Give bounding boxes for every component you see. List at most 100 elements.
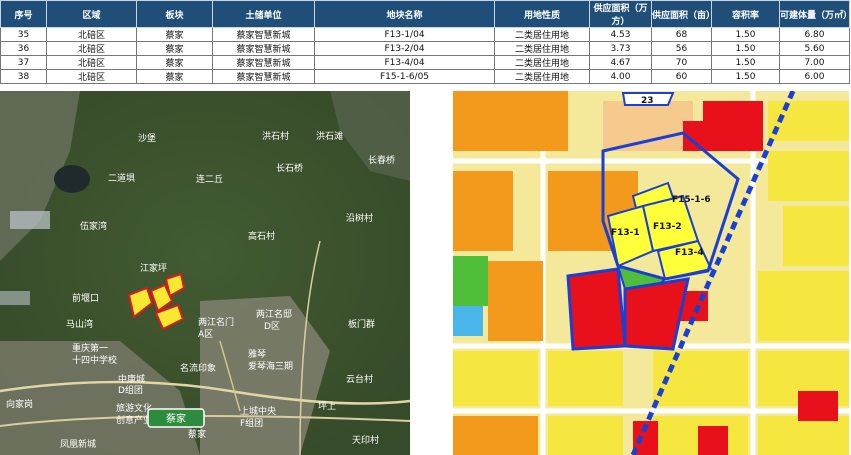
- cell-parcel: F15-1-6/05: [314, 69, 495, 84]
- cell-no: 37: [0, 55, 47, 70]
- cell-block: 蔡家: [136, 27, 213, 42]
- label-xiangjiagang: 向家岗: [6, 398, 33, 410]
- cell-far: 1.50: [711, 55, 780, 70]
- label-hongshiyan: 洪石滩: [316, 130, 343, 142]
- label-yuntaicun: 云台村: [346, 373, 373, 385]
- label-lvyouwenhua: 旅游文化: [116, 402, 152, 414]
- label-pingshang: 坪上: [318, 401, 336, 412]
- cell-volume: 6.00: [779, 69, 850, 84]
- cell-usage: 二类居住用地: [494, 55, 590, 70]
- label-tianyincun: 天印村: [352, 434, 379, 446]
- label-gaoshicun: 高石村: [248, 230, 275, 242]
- label-liangjiangmingmen-d: 两江名邸: [256, 308, 292, 320]
- plan-label-f13-2: F13-2: [653, 222, 682, 232]
- caijia-station-badge-text: 蔡家: [166, 412, 186, 425]
- header-area-wan: 供应面积（万方）: [589, 0, 652, 28]
- label-banmenjun: 板门群: [348, 318, 375, 330]
- cell-parcel: F13-2/04: [314, 41, 495, 56]
- cell-block: 蔡家: [136, 41, 213, 56]
- table-row: 37 北碚区 蔡家 蔡家智慧新城 F13-4/04 二类居住用地 4.67 70…: [0, 55, 850, 70]
- reservoir: [54, 165, 90, 193]
- satellite-map: 沙堡 洪石村 洪石滩 二道埧 连二丘 长石桥 长春桥 沿树村 高石村 伍家湾 江…: [0, 91, 410, 455]
- label-changchunqiao: 长春桥: [368, 154, 395, 166]
- cell-area-wan: 4.67: [589, 55, 652, 70]
- label-ersuoba: 二道埧: [108, 172, 135, 184]
- cell-area-wan: 4.00: [589, 69, 652, 84]
- label-jiangjiaping: 江家坪: [140, 262, 167, 274]
- cell-parcel: F13-4/04: [314, 55, 495, 70]
- header-volume: 可建体量（万㎡）: [779, 0, 851, 28]
- table-row: 36 北碚区 蔡家 蔡家智慧新城 F13-2/04 二类居住用地 3.73 56…: [0, 41, 850, 56]
- cell-area-mu: 70: [651, 55, 712, 70]
- header-far: 容积率: [711, 0, 780, 28]
- label-a-area: A区: [198, 329, 213, 340]
- cell-no: 35: [0, 27, 47, 42]
- cell-far: 1.50: [711, 41, 780, 56]
- plan-label-f13-4: F13-4: [675, 248, 704, 258]
- label-chuangyiyuan: 创意产业: [116, 414, 152, 426]
- cell-volume: 6.80: [779, 27, 850, 42]
- cell-no: 38: [0, 69, 47, 84]
- cell-unit: 蔡家智慧新城: [212, 41, 315, 56]
- table-row: 35 北碚区 蔡家 蔡家智慧新城 F13-1/04 二类居住用地 4.53 68…: [0, 27, 850, 42]
- table-row: 38 北碚区 蔡家 蔡家智慧新城 F15-1-6/05 二类居住用地 4.00 …: [0, 69, 850, 84]
- cell-block: 蔡家: [136, 69, 213, 84]
- cell-district: 北碚区: [46, 69, 137, 84]
- label-lianerqiu: 连二丘: [196, 173, 223, 185]
- cell-area-mu: 56: [651, 41, 712, 56]
- label-hongshicun: 洪石村: [262, 130, 289, 142]
- cell-area-wan: 3.73: [589, 41, 652, 56]
- cell-area-wan: 4.53: [589, 27, 652, 42]
- table-header-row: 序号 区域 板块 土储单位 地块名称 用地性质 供应面积（万方） 供应面积（亩）…: [0, 0, 851, 28]
- label-majiawan: 马山湾: [66, 318, 93, 330]
- label-aiqinhai: 爱琴海三期: [248, 360, 293, 372]
- label-yanshancun: 沿树村: [346, 212, 373, 224]
- label-wujiawan: 伍家湾: [80, 220, 107, 232]
- cell-volume: 5.60: [779, 41, 850, 56]
- cell-area-mu: 68: [651, 27, 712, 42]
- label-jingqin: 雅琴: [248, 348, 266, 360]
- plan-label-f13-1: F13-1: [611, 228, 640, 238]
- label-chongqing-school: 重庆第一: [72, 342, 108, 354]
- header-district: 区域: [46, 0, 137, 28]
- cell-far: 1.50: [711, 69, 780, 84]
- label-f-group: F组团: [240, 417, 263, 429]
- header-usage: 用地性质: [494, 0, 590, 28]
- cell-block: 蔡家: [136, 55, 213, 70]
- cell-no: 36: [0, 41, 47, 56]
- label-fenghuang: 凤凰新城: [60, 438, 96, 450]
- label-caijia: 蔡家: [188, 428, 206, 440]
- header-block: 板块: [136, 0, 213, 28]
- cell-usage: 二类居住用地: [494, 27, 590, 42]
- label-shangchengzhongyang: 上城中央: [240, 405, 276, 417]
- label-mingyuanyinxiang: 名流印象: [180, 362, 216, 374]
- cell-volume: 7.00: [779, 55, 850, 70]
- label-d-group: D组团: [118, 384, 143, 396]
- label-zhongkang: 中康城: [118, 373, 145, 385]
- cell-usage: 二类居住用地: [494, 41, 590, 56]
- cell-unit: 蔡家智慧新城: [212, 69, 315, 84]
- cell-unit: 蔡家智慧新城: [212, 55, 315, 70]
- land-supply-table-container: 序号 区域 板块 土储单位 地块名称 用地性质 供应面积（万方） 供应面积（亩）…: [0, 0, 851, 84]
- header-no: 序号: [0, 0, 47, 28]
- label-liangjiangmingmen-a: 两江名门: [198, 316, 234, 328]
- cell-usage: 二类居住用地: [494, 69, 590, 84]
- cell-district: 北碚区: [46, 41, 137, 56]
- plan-parcel-red-west: [566, 267, 627, 351]
- land-use-plan-map: F15-1-6 F13-1 F13-2 F13-4 23: [453, 91, 849, 455]
- label-school-name: 十四中学校: [72, 354, 117, 366]
- land-supply-table: 序号 区域 板块 土储单位 地块名称 用地性质 供应面积（万方） 供应面积（亩）…: [0, 0, 851, 84]
- header-parcel: 地块名称: [314, 0, 495, 28]
- cell-district: 北碚区: [46, 55, 137, 70]
- cell-area-mu: 60: [651, 69, 712, 84]
- cell-district: 北碚区: [46, 27, 137, 42]
- plan-label-f15-1-6: F15-1-6: [672, 195, 711, 205]
- cell-unit: 蔡家智慧新城: [212, 27, 315, 42]
- cell-far: 1.50: [711, 27, 780, 42]
- plan-label-top-code: 23: [641, 96, 654, 106]
- label-d-area: D区: [264, 321, 280, 332]
- label-changshiqiao: 长石桥: [276, 162, 303, 174]
- label-shabao: 沙堡: [138, 132, 156, 144]
- label-qiandanggou: 前堰口: [72, 292, 99, 304]
- header-unit: 土储单位: [212, 0, 315, 28]
